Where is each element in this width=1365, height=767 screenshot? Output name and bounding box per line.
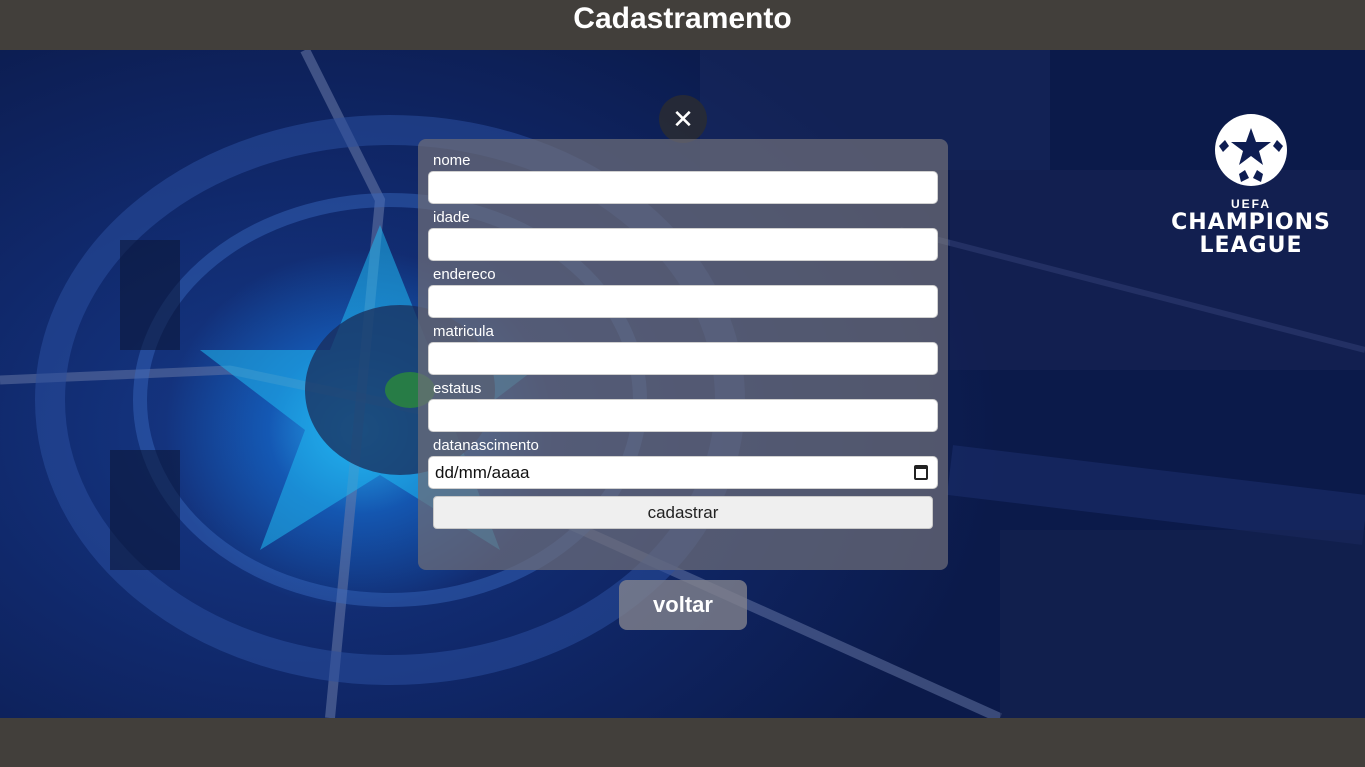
field-matricula: matricula <box>428 322 938 375</box>
close-icon: ✕ <box>672 104 694 134</box>
logo-line-2: CHAMPIONS <box>1171 210 1331 235</box>
estatus-input[interactable] <box>428 399 938 432</box>
background-image: ✕ UEFA CHAMPIONS LEAGUE nome idade ender… <box>0 50 1365 718</box>
datanascimento-wrapper <box>428 456 938 489</box>
idade-input[interactable] <box>428 228 938 261</box>
close-button[interactable]: ✕ <box>659 95 707 143</box>
field-label: endereco <box>433 266 496 283</box>
field-datanascimento: datanascimento <box>428 436 938 489</box>
field-label: matricula <box>433 323 494 340</box>
field-estatus: estatus <box>428 379 938 432</box>
calendar-icon[interactable] <box>914 465 928 480</box>
champions-league-logo: UEFA CHAMPIONS LEAGUE <box>1166 110 1336 270</box>
field-nome: nome <box>428 151 938 204</box>
nome-input[interactable] <box>428 171 938 204</box>
field-endereco: endereco <box>428 265 938 318</box>
page-title: Cadastramento <box>573 2 792 35</box>
logo-line-3: LEAGUE <box>1199 233 1303 258</box>
field-label: nome <box>433 152 471 169</box>
voltar-button[interactable]: voltar <box>619 580 747 630</box>
logo-line-1: UEFA <box>1230 197 1271 211</box>
matricula-input[interactable] <box>428 342 938 375</box>
field-label: idade <box>433 209 470 226</box>
registration-form: nome idade endereco matricula estatus da… <box>418 139 948 570</box>
field-idade: idade <box>428 208 938 261</box>
starball-icon <box>1215 114 1287 186</box>
footer-bar <box>0 718 1365 767</box>
header-bar: Cadastramento <box>0 0 1365 50</box>
field-label: estatus <box>433 380 482 397</box>
cadastrar-button[interactable]: cadastrar <box>433 496 933 529</box>
datanascimento-input[interactable] <box>428 456 938 489</box>
field-label: datanascimento <box>433 437 539 454</box>
endereco-input[interactable] <box>428 285 938 318</box>
